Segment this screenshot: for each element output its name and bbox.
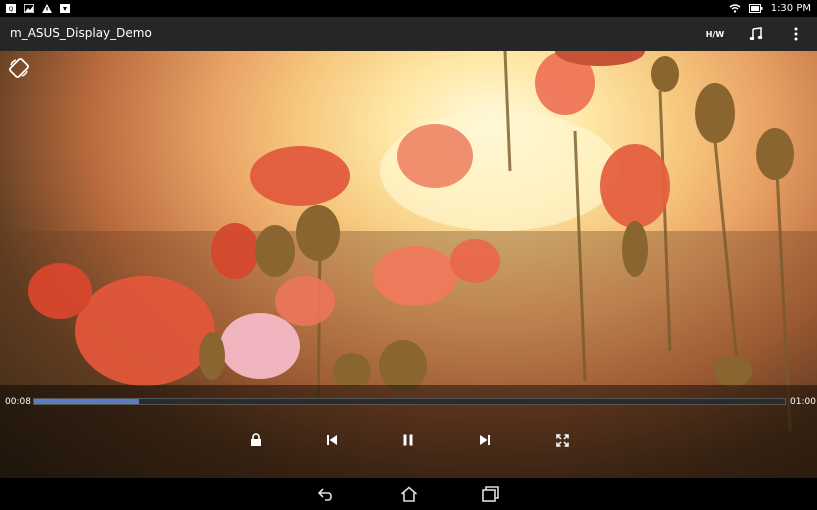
seek-bar[interactable]	[33, 398, 786, 405]
lock-icon	[251, 433, 261, 446]
rotate-icon	[9, 58, 29, 78]
pause-icon	[403, 434, 413, 446]
back-icon	[317, 488, 332, 501]
home-icon	[400, 486, 418, 502]
fullscreen-icon	[555, 433, 569, 447]
lock-button[interactable]	[244, 429, 268, 451]
svg-text:Q: Q	[9, 6, 14, 13]
previous-button[interactable]	[320, 429, 344, 451]
next-icon	[480, 435, 490, 445]
overflow-menu-button[interactable]	[784, 17, 808, 51]
music-note-icon	[749, 27, 763, 41]
next-button[interactable]	[473, 429, 497, 451]
pause-button[interactable]	[396, 429, 420, 451]
status-time: 1:30 PM	[770, 2, 811, 14]
total-duration: 01:00	[790, 397, 816, 407]
wifi-icon	[729, 3, 741, 13]
recent-apps-icon	[482, 486, 499, 502]
hw-label: H/W	[705, 29, 725, 39]
fullscreen-button[interactable]	[550, 429, 574, 451]
recent-apps-button[interactable]	[480, 484, 502, 504]
back-button[interactable]	[315, 484, 337, 504]
home-button[interactable]	[398, 484, 420, 504]
rotate-button[interactable]	[9, 58, 29, 78]
navigation-bar	[0, 478, 817, 510]
photo-icon	[24, 3, 34, 13]
download-icon	[60, 3, 70, 13]
overflow-menu-icon	[794, 27, 798, 41]
warning-icon	[42, 3, 52, 13]
music-button[interactable]	[742, 17, 770, 51]
elapsed-time: 00:08	[5, 397, 31, 407]
status-left-icons: Q	[0, 3, 70, 13]
video-title: m_ASUS_Display_Demo	[10, 26, 152, 40]
battery-icon	[748, 3, 763, 13]
title-bar: m_ASUS_Display_Demo H/W	[0, 17, 817, 51]
seek-bar-progress	[34, 399, 140, 404]
status-bar: Q 1:30 PM	[0, 0, 817, 16]
previous-icon	[327, 435, 337, 445]
status-right: 1:30 PM	[729, 0, 811, 16]
hw-decoder-button[interactable]: H/W	[700, 17, 730, 51]
notification-icon: Q	[6, 3, 16, 13]
player-controls: 00:08 01:00	[0, 385, 817, 478]
